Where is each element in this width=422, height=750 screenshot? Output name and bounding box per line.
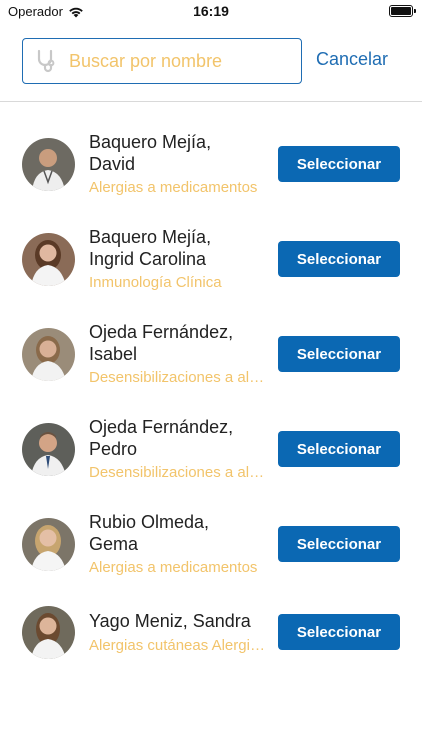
stethoscope-icon (37, 49, 55, 73)
battery-icon (389, 5, 416, 17)
doctor-name: Rubio Olmeda, Gema (89, 511, 274, 555)
doctor-name: Yago Meniz, Sandra (89, 610, 274, 632)
doctor-name: Baquero Mejía, Ingrid Carolina (89, 226, 274, 270)
doctor-name-line-1: Ojeda Fernández, (89, 417, 234, 437)
doctor-name-line-2: Pedro (89, 439, 138, 459)
list-item: Baquero Mejía, David Alergias a medicame… (0, 102, 422, 197)
avatar (22, 518, 75, 571)
doctor-name-line-1: Rubio Olmeda, (89, 512, 210, 532)
doctor-name: Ojeda Fernández, Pedro (89, 416, 274, 460)
list-item: Ojeda Fernández, Isabel Desensibilizacio… (0, 292, 422, 387)
status-time: 16:19 (193, 3, 229, 19)
doctor-specialty: Alergias cutáneas Alergias a medicamento… (89, 637, 265, 654)
list-item: Baquero Mejía, Ingrid Carolina Inmunolog… (0, 197, 422, 292)
doctor-specialty: Desensibilizaciones a alimentos (89, 369, 265, 386)
doctor-specialty: Inmunología Clínica (89, 274, 222, 291)
doctor-name-line-2: David (89, 154, 136, 174)
search-field[interactable] (22, 38, 302, 84)
select-button[interactable]: Seleccionar (278, 431, 400, 467)
doctor-specialty: Desensibilizaciones a alimentos (89, 464, 265, 481)
doctor-name-line-2: Isabel (89, 344, 138, 364)
select-button[interactable]: Seleccionar (278, 526, 400, 562)
avatar (22, 606, 75, 659)
doctor-name: Baquero Mejía, David (89, 131, 274, 175)
list-item: Ojeda Fernández, Pedro Desensibilizacion… (0, 387, 422, 482)
doctor-list: Baquero Mejía, David Alergias a medicame… (0, 102, 422, 672)
doctor-name-line-2: Ingrid Carolina (89, 249, 207, 269)
status-bar: Operador 16:19 (0, 0, 422, 24)
avatar (22, 138, 75, 191)
doctor-name-line-2: Gema (89, 534, 139, 554)
doctor-specialty: Alergias a medicamentos (89, 559, 258, 576)
search-input[interactable] (69, 50, 289, 72)
search-bar: Cancelar (22, 38, 400, 84)
list-item: Rubio Olmeda, Gema Alergias a medicament… (0, 482, 422, 577)
doctor-name: Ojeda Fernández, Isabel (89, 321, 274, 365)
doctor-name-line-1: Ojeda Fernández, (89, 322, 234, 342)
select-button[interactable]: Seleccionar (278, 146, 400, 182)
select-button[interactable]: Seleccionar (278, 336, 400, 372)
doctor-name-line-1: Yago Meniz, Sandra (89, 611, 251, 631)
avatar (22, 328, 75, 381)
select-button[interactable]: Seleccionar (278, 614, 400, 650)
list-item: Yago Meniz, Sandra Alergias cutáneas Ale… (0, 577, 422, 672)
cancel-button[interactable]: Cancelar (316, 49, 388, 70)
doctor-name-line-1: Baquero Mejía, (89, 227, 212, 247)
avatar (22, 423, 75, 476)
avatar (22, 233, 75, 286)
doctor-specialty: Alergias a medicamentos (89, 179, 258, 196)
select-button[interactable]: Seleccionar (278, 241, 400, 277)
doctor-name-line-1: Baquero Mejía, (89, 132, 212, 152)
